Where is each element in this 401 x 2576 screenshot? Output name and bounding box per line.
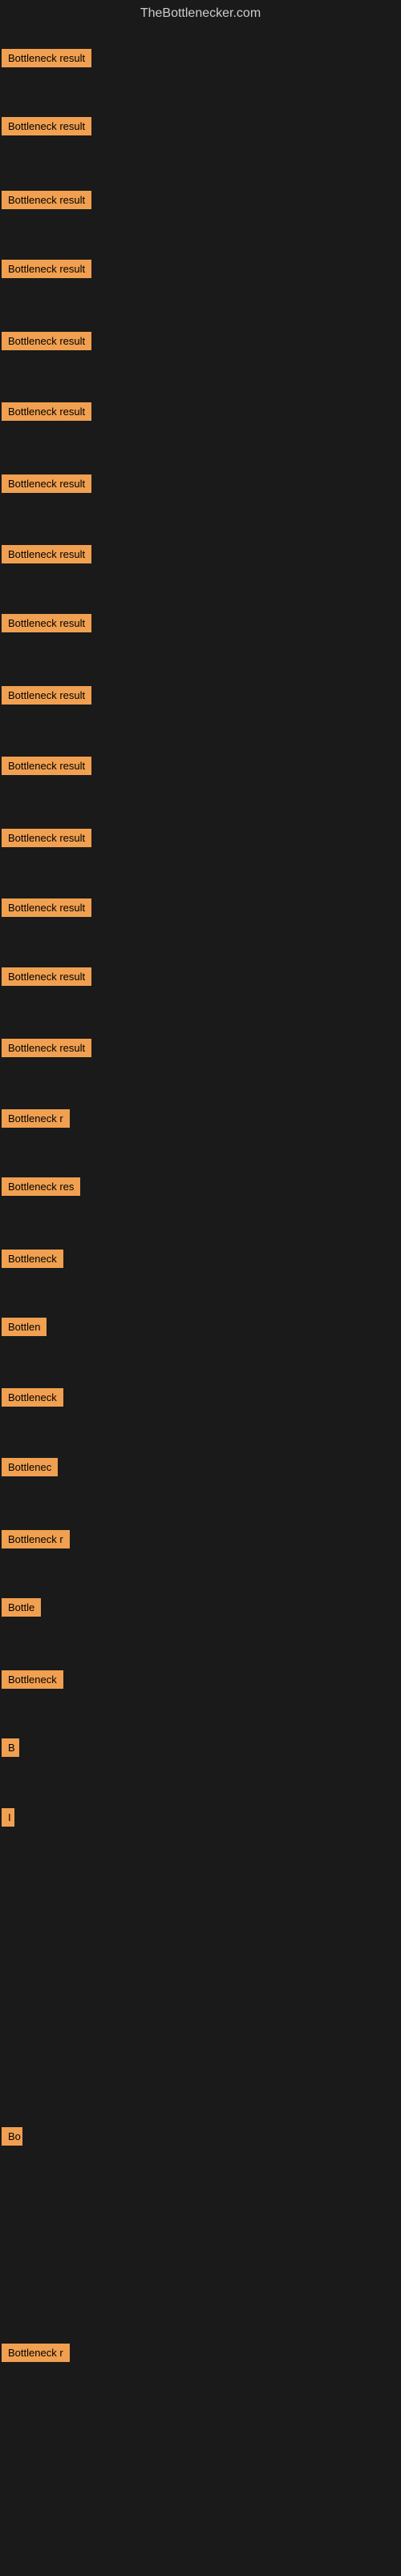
- bottleneck-item[interactable]: Bottleneck result: [2, 757, 91, 775]
- bottleneck-item[interactable]: Bottleneck r: [2, 2344, 70, 2362]
- bottleneck-item[interactable]: Bottleneck result: [2, 474, 91, 493]
- bottleneck-item[interactable]: Bottleneck: [2, 1388, 63, 1407]
- bottleneck-item[interactable]: B: [2, 1738, 19, 1757]
- bottleneck-item[interactable]: Bottleneck result: [2, 545, 91, 563]
- bottleneck-item[interactable]: Bottleneck result: [2, 402, 91, 421]
- bottleneck-item[interactable]: Bottlen: [2, 1318, 47, 1336]
- bottleneck-item[interactable]: Bottleneck result: [2, 1039, 91, 1057]
- site-title: TheBottlenecker.com: [0, 0, 401, 27]
- bottleneck-item[interactable]: Bottle: [2, 1598, 41, 1617]
- bottleneck-item[interactable]: Bottleneck result: [2, 260, 91, 278]
- bottleneck-item[interactable]: Bottleneck: [2, 1250, 63, 1268]
- bottleneck-item[interactable]: Bottleneck result: [2, 614, 91, 632]
- bottleneck-item[interactable]: Bottleneck res: [2, 1177, 80, 1196]
- bottleneck-item[interactable]: Bottleneck result: [2, 332, 91, 350]
- bottleneck-item[interactable]: Bottleneck: [2, 1670, 63, 1689]
- bottleneck-item[interactable]: Bottleneck result: [2, 191, 91, 209]
- bottleneck-item[interactable]: Bottleneck result: [2, 898, 91, 917]
- bottleneck-item[interactable]: Bottleneck result: [2, 117, 91, 135]
- bottleneck-item[interactable]: Bottleneck result: [2, 49, 91, 67]
- bottleneck-item[interactable]: Bottleneck result: [2, 686, 91, 705]
- bottleneck-item[interactable]: Bottlenec: [2, 1458, 58, 1476]
- bottleneck-item[interactable]: Bottleneck r: [2, 1109, 70, 1128]
- bottleneck-item[interactable]: Bottleneck result: [2, 967, 91, 986]
- bottleneck-item[interactable]: I: [2, 1808, 14, 1827]
- bottleneck-item[interactable]: Bottleneck result: [2, 829, 91, 847]
- bottleneck-item[interactable]: Bottleneck r: [2, 1530, 70, 1548]
- bottleneck-item[interactable]: Bo: [2, 2127, 22, 2146]
